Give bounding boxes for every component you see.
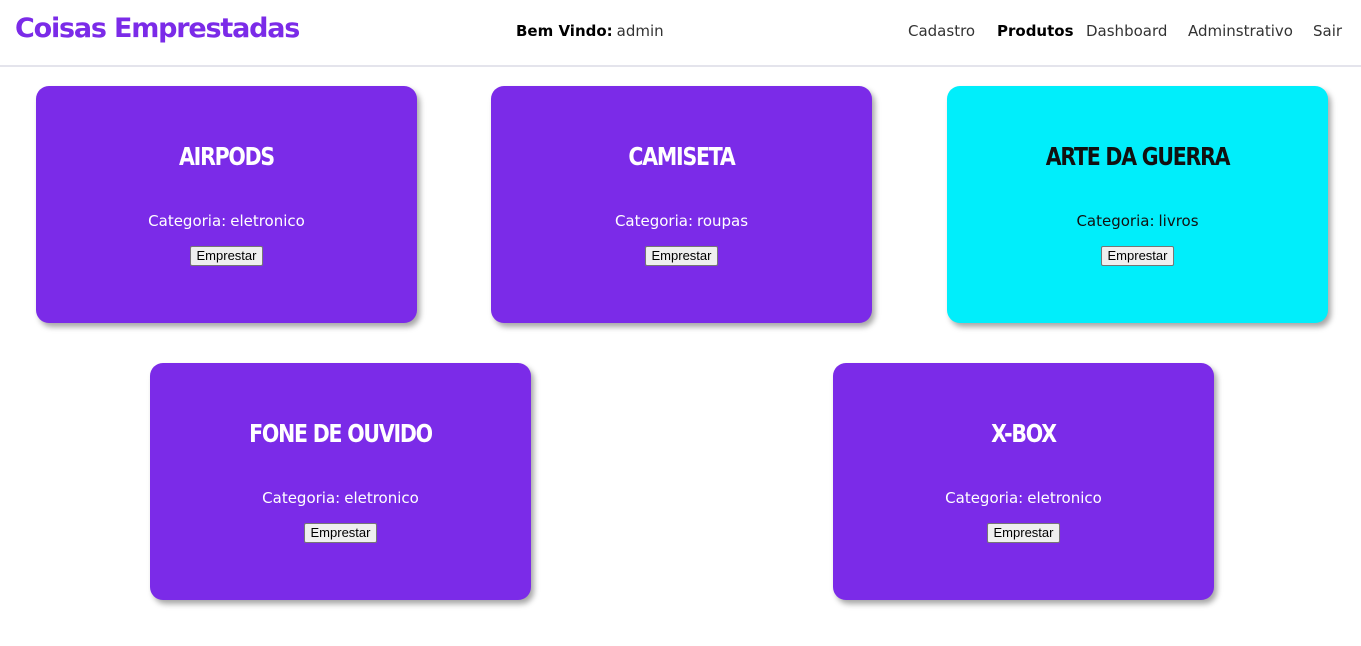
welcome-label: Bem Vindo: (516, 22, 613, 40)
nav-dashboard[interactable]: Dashboard (1086, 22, 1167, 40)
nav-cadastro[interactable]: Cadastro (908, 22, 975, 40)
emprestar-button[interactable]: Emprestar (986, 523, 1061, 543)
product-category: Categoria: eletronico (945, 489, 1102, 507)
emprestar-button[interactable]: Emprestar (644, 246, 719, 266)
emprestar-button[interactable]: Emprestar (1100, 246, 1175, 266)
product-card: AIRPODS Categoria: eletronico Emprestar (36, 86, 417, 323)
brand-logo[interactable]: Coisas Emprestadas (15, 13, 300, 44)
product-category: Categoria: livros (1076, 212, 1199, 230)
navbar: Coisas Emprestadas Bem Vindo: admin Cadas… (0, 0, 1361, 67)
product-card: ARTE DA GUERRA Categoria: livros Empresta… (947, 86, 1328, 323)
welcome-user: admin (616, 22, 664, 40)
product-card: FONE DE OUVIDO Categoria: eletronico Empr… (150, 363, 531, 600)
emprestar-button[interactable]: Emprestar (189, 246, 264, 266)
product-category: Categoria: eletronico (262, 489, 419, 507)
emprestar-button[interactable]: Emprestar (303, 523, 378, 543)
product-name: CAMISETA (628, 142, 735, 171)
nav-administrativo[interactable]: Adminstrativo (1188, 22, 1293, 40)
product-name: AIRPODS (179, 142, 275, 171)
product-name: ARTE DA GUERRA (1045, 142, 1231, 171)
nav-produtos[interactable]: Produtos (997, 22, 1074, 40)
product-card: CAMISETA Categoria: roupas Emprestar (491, 86, 872, 323)
nav-sair[interactable]: Sair (1313, 22, 1342, 40)
product-name: FONE DE OUVIDO (249, 419, 433, 448)
product-category: Categoria: roupas (614, 212, 749, 230)
product-card: X-BOX Categoria: eletronico Emprestar (833, 363, 1214, 600)
product-name: X-BOX (991, 419, 1057, 448)
welcome-text: Bem Vindo: admin (516, 22, 664, 40)
product-category: Categoria: eletronico (148, 212, 305, 230)
